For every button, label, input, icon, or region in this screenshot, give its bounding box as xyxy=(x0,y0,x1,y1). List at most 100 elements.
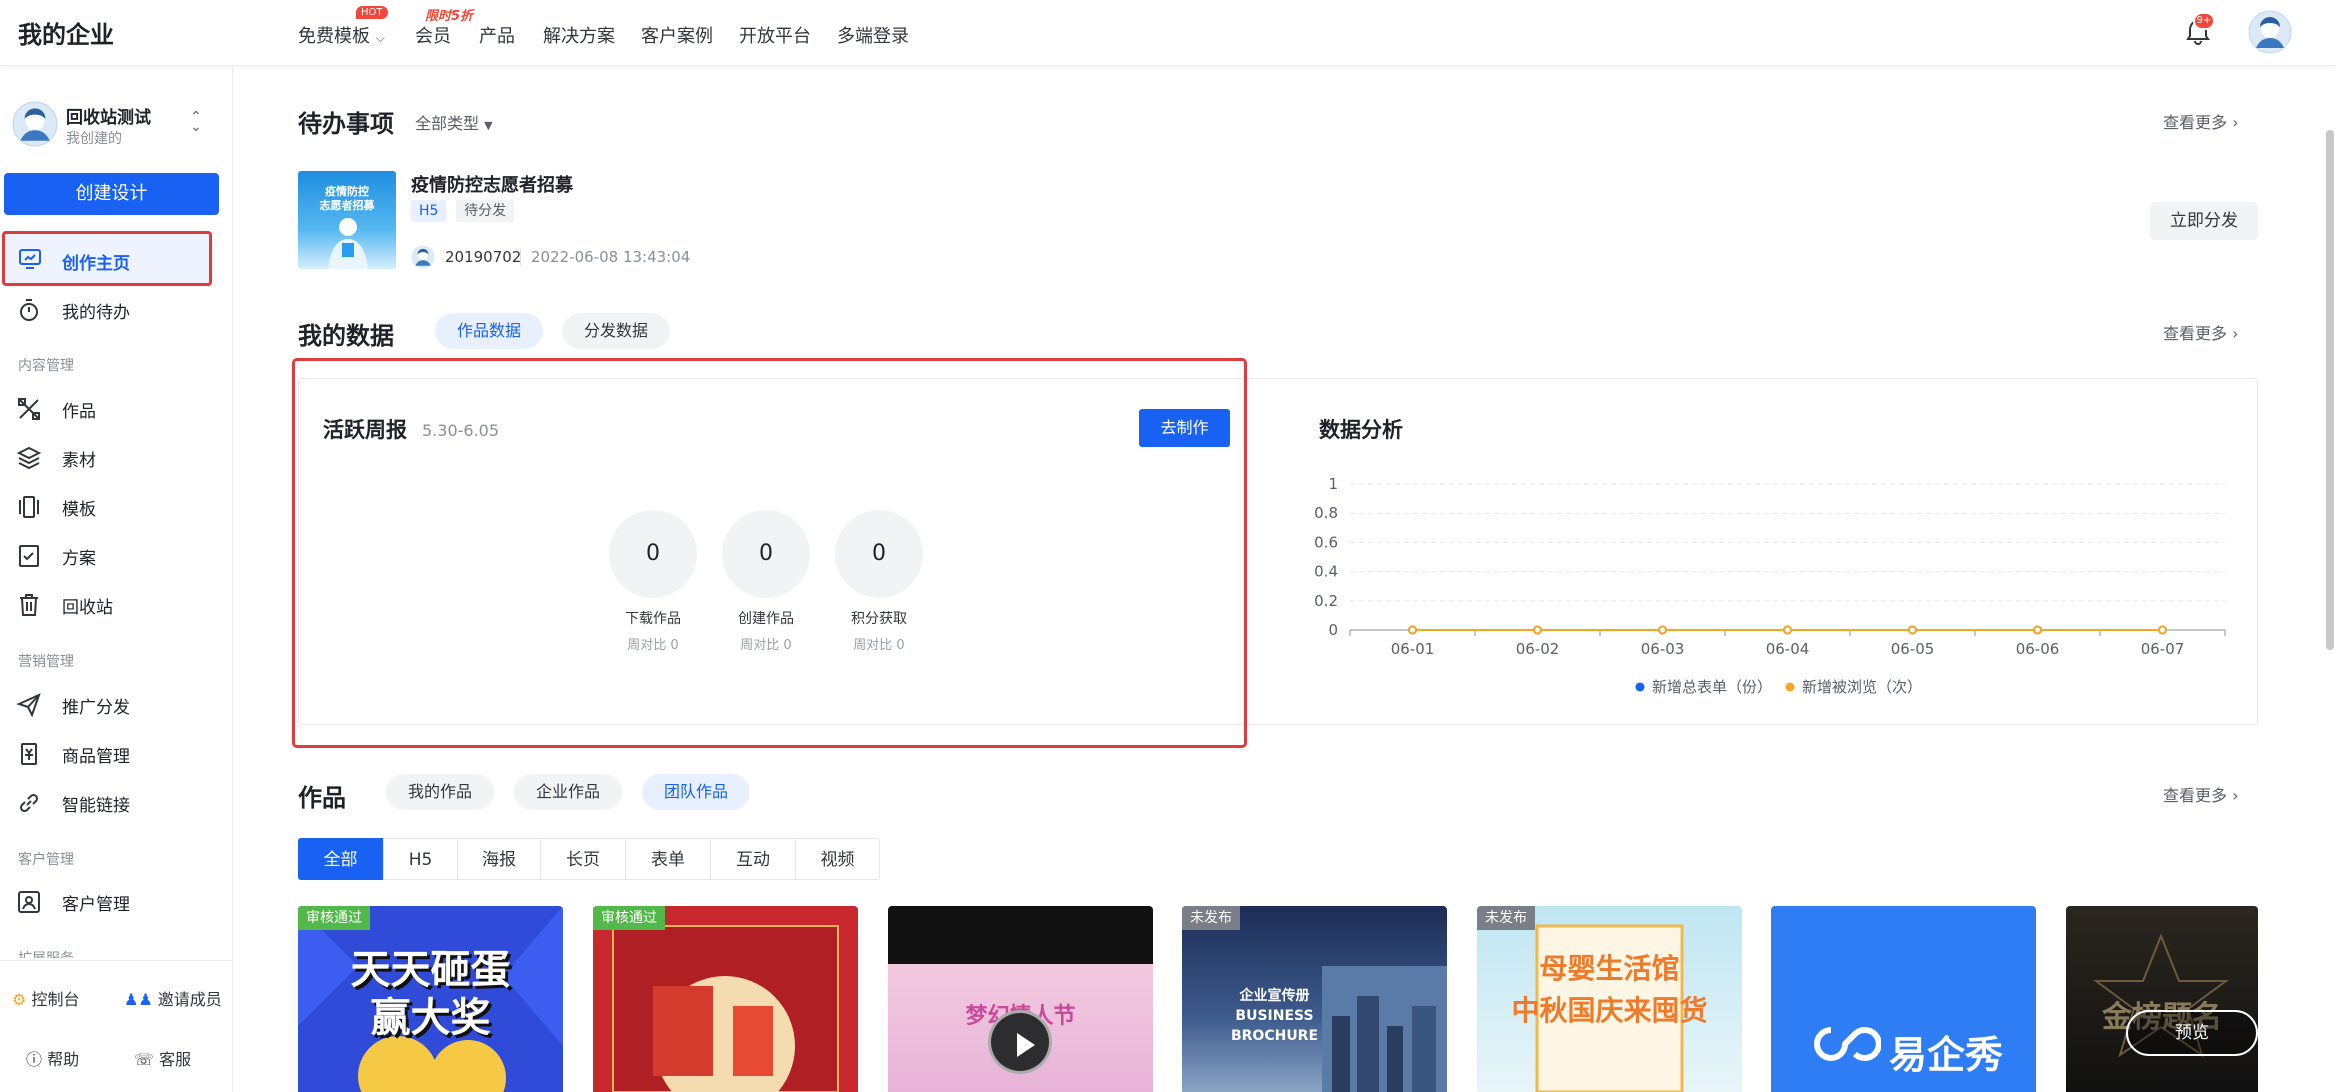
preview-button[interactable]: 预览 xyxy=(2126,1010,2258,1056)
dispatch-now-button[interactable]: 立即分发 xyxy=(2150,202,2258,240)
sidebar-item-works[interactable]: 作品 xyxy=(0,389,233,429)
page-scrollbar[interactable] xyxy=(2326,130,2334,650)
console-link[interactable]: ⚙ 控制台 xyxy=(12,986,79,1010)
works-section-title: 作品 xyxy=(298,784,346,812)
work-card[interactable]: 梦幻情人节 xyxy=(888,906,1153,1092)
sidebar-item-label: 作品 xyxy=(62,401,96,422)
stat-downloads-compare: 周对比 0 xyxy=(627,638,679,653)
tab-my-works[interactable]: 我的作品 xyxy=(386,774,494,810)
nav-open-platform[interactable]: 开放平台 xyxy=(739,22,811,48)
sidebar-group-marketing: 营销管理 xyxy=(18,654,74,670)
x-tick-label: 06-05 xyxy=(1891,640,1935,658)
y-tick-label: 0.4 xyxy=(1314,563,1338,581)
user-avatar[interactable] xyxy=(2248,10,2292,54)
volunteer-figure-icon xyxy=(328,218,368,269)
work-card[interactable]: 金榜题名 预览 xyxy=(2066,906,2258,1092)
sidebar-item-goods[interactable]: 商品管理 xyxy=(0,734,233,774)
link-icon xyxy=(19,793,39,813)
filter-interactive[interactable]: 互动 xyxy=(710,838,796,880)
play-icon xyxy=(1017,1033,1035,1057)
divider xyxy=(0,960,233,961)
work-card[interactable]: 未发布 母婴生活馆 中秋国庆来囤货 xyxy=(1477,906,1742,1092)
todo-type-filter[interactable]: 全部类型 ▼ xyxy=(415,110,493,134)
card-status-badge: 审核通过 xyxy=(593,906,665,930)
chevron-right-icon: › xyxy=(2232,786,2239,805)
brand-title[interactable]: 我的企业 xyxy=(18,15,114,50)
y-tick-label: 0.6 xyxy=(1314,533,1338,551)
filter-long-page[interactable]: 长页 xyxy=(540,838,626,880)
work-card[interactable]: 审核通过 天天砸蛋 赢大奖 xyxy=(298,906,563,1092)
chevron-right-icon: › xyxy=(2232,324,2239,343)
gear-icon: ⚙ xyxy=(12,990,27,1009)
sidebar-group-extend: 扩展服务 xyxy=(18,948,74,958)
y-tick-label: 1 xyxy=(1328,475,1338,493)
nav-member[interactable]: 会员 xyxy=(415,22,451,48)
carousel-icon xyxy=(19,496,39,518)
todo-timestamp: 2022-06-08 13:43:04 xyxy=(531,248,691,266)
filter-poster[interactable]: 海报 xyxy=(457,838,541,880)
my-data-section-title: 我的数据 xyxy=(298,322,394,350)
sidebar-item-plans[interactable]: 方案 xyxy=(0,536,233,576)
data-point xyxy=(2033,625,2042,635)
send-icon xyxy=(16,693,41,718)
x-tick-label: 06-02 xyxy=(1516,640,1560,658)
work-card[interactable]: 易企秀 xyxy=(1771,906,2036,1092)
author-avatar xyxy=(411,245,435,269)
sidebar-item-my-todo[interactable]: 我的待办 xyxy=(0,290,233,330)
data-point xyxy=(1533,625,1542,635)
data-point xyxy=(1408,625,1417,635)
sidebar-item-customers[interactable]: 客户管理 xyxy=(0,882,233,922)
card-status-badge: 未发布 xyxy=(1182,906,1240,930)
headset-icon: ☏ xyxy=(134,1050,155,1069)
stat-created-label: 创建作品 xyxy=(738,611,794,627)
work-card[interactable]: 未发布 企业宣传册 BUSINESS BROCHURE xyxy=(1182,906,1447,1092)
nav-customer-cases[interactable]: 客户案例 xyxy=(641,22,713,48)
account-name[interactable]: 回收站测试 xyxy=(66,103,151,128)
nav-solutions[interactable]: 解决方案 xyxy=(543,22,615,48)
x-tick-label: 06-06 xyxy=(2016,640,2060,658)
filter-video[interactable]: 视频 xyxy=(795,838,880,880)
nav-free-templates[interactable]: 免费模板 ⌵ xyxy=(298,22,385,48)
tab-enterprise-works[interactable]: 企业作品 xyxy=(514,774,622,810)
work-card[interactable]: 审核通过 xyxy=(593,906,858,1092)
sidebar-item-templates[interactable]: 模板 xyxy=(0,487,233,527)
todo-thumbnail[interactable]: 疫情防控 志愿者招募 xyxy=(298,171,396,269)
filter-all[interactable]: 全部 xyxy=(298,838,383,880)
todo-item-title[interactable]: 疫情防控志愿者招募 xyxy=(411,171,573,197)
legend-marker xyxy=(1785,682,1795,692)
card-background-art xyxy=(612,925,839,1092)
sidebar-item-promotion[interactable]: 推广分发 xyxy=(0,685,233,725)
todo-see-more[interactable]: 查看更多 › xyxy=(2163,109,2239,133)
switch-account-icon[interactable]: ⌃ ⌄ xyxy=(190,110,202,134)
tab-team-works[interactable]: 团队作品 xyxy=(642,774,750,810)
data-point xyxy=(2158,625,2167,635)
invite-members-link[interactable]: ♟♟ 邀请成员 xyxy=(124,986,222,1010)
data-see-more[interactable]: 查看更多 › xyxy=(2163,320,2239,344)
x-tick-label: 06-07 xyxy=(2141,640,2185,658)
service-link[interactable]: ☏ 客服 xyxy=(134,1046,191,1070)
stat-points-value: 0 xyxy=(835,510,923,598)
sidebar-item-materials[interactable]: 素材 xyxy=(0,438,233,478)
legend-label: 新增被浏览（次） xyxy=(1802,678,1922,696)
sidebar-group-content: 内容管理 xyxy=(18,358,74,374)
tools-icon xyxy=(18,398,40,420)
help-link[interactable]: ⓘ 帮助 xyxy=(26,1046,79,1070)
go-make-button[interactable]: 去制作 xyxy=(1139,409,1230,447)
thumbnail-text: 疫情防控 志愿者招募 xyxy=(319,185,375,212)
chevron-down-icon: ⌵ xyxy=(375,31,385,45)
sidebar-item-recycle-bin[interactable]: 回收站 xyxy=(0,585,233,625)
tab-work-data[interactable]: 作品数据 xyxy=(435,313,543,349)
create-design-button[interactable]: 创建设计 xyxy=(4,173,219,215)
works-see-more[interactable]: 查看更多 › xyxy=(2163,782,2239,806)
filter-form[interactable]: 表单 xyxy=(625,838,711,880)
play-button[interactable] xyxy=(988,1010,1052,1074)
y-tick-label: 0.8 xyxy=(1314,504,1338,522)
filter-h5[interactable]: H5 xyxy=(383,838,458,880)
nav-multi-login[interactable]: 多端登录 xyxy=(837,22,909,48)
analysis-line-chart: 1 0.8 0.6 0.4 0.2 0 06-01 06-02 06-03 06-04 06-05 0… xyxy=(1314,475,2226,696)
y-tick-label: 0.2 xyxy=(1314,592,1338,610)
nav-product[interactable]: 产品 xyxy=(479,22,515,48)
price-tag-icon xyxy=(21,743,37,765)
sidebar-item-smart-link[interactable]: 智能链接 xyxy=(0,783,233,823)
tab-dispatch-data[interactable]: 分发数据 xyxy=(562,313,670,349)
